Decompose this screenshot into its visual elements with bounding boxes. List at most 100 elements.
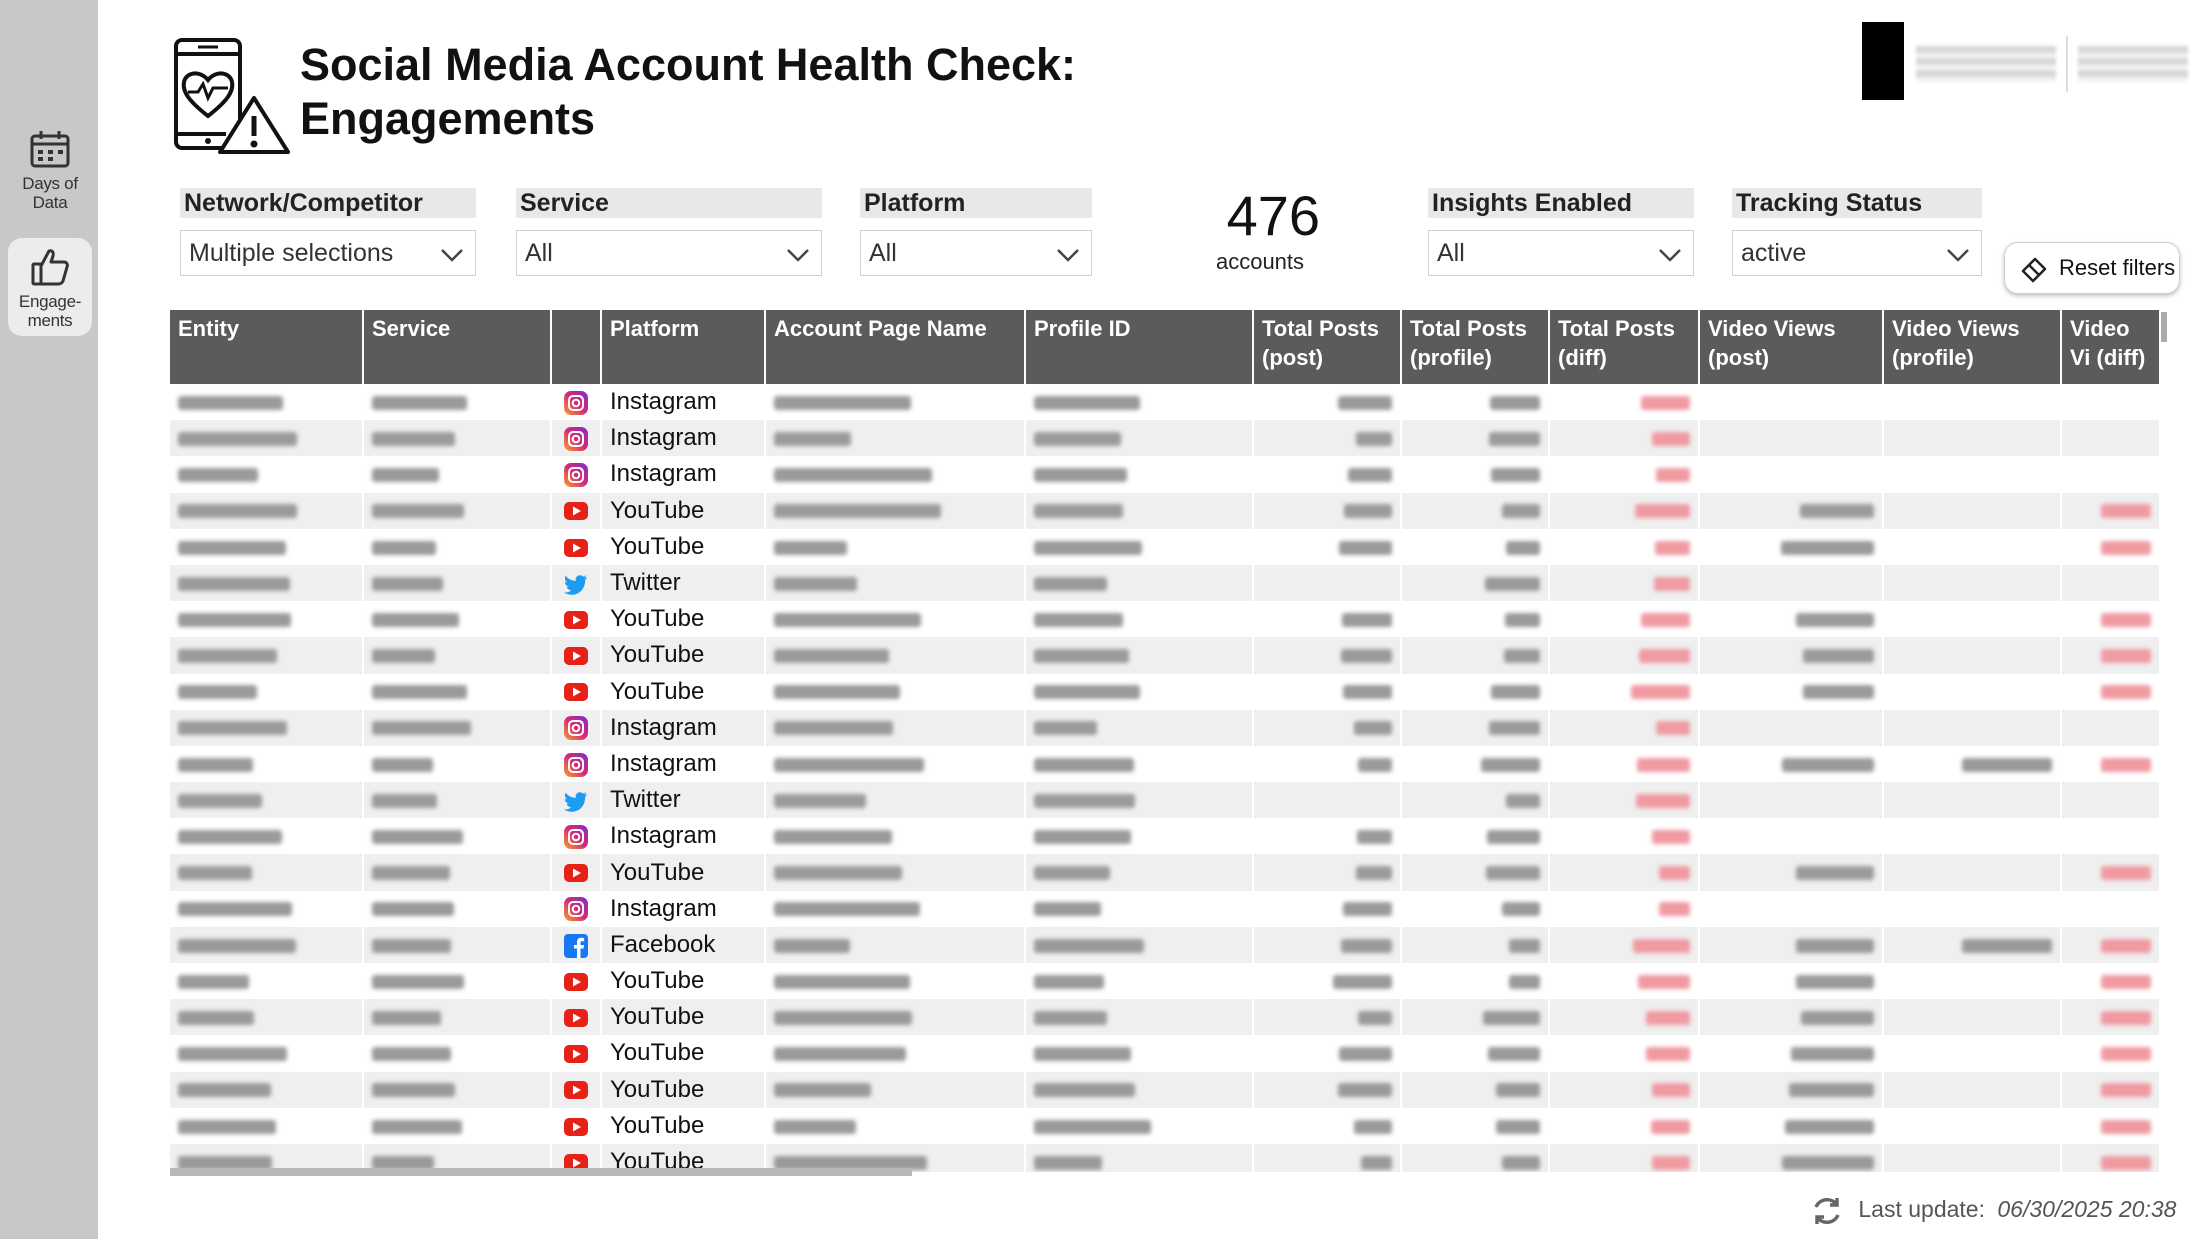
table-row[interactable]: YouTube (170, 601, 2160, 638)
table-row[interactable]: Instagram (170, 456, 2160, 493)
cell-account-page-name (765, 456, 1026, 493)
cell-video-views-diff (2061, 890, 2160, 927)
table-row[interactable]: YouTube (170, 854, 2160, 891)
table-row[interactable]: Twitter (170, 564, 2160, 602)
cell-video-views-diff (2061, 1143, 2160, 1172)
col-header-entity[interactable]: Entity (170, 310, 364, 384)
filter-network-dropdown[interactable]: Multiple selections (180, 230, 476, 276)
cell-total-posts-profile (1401, 745, 1550, 783)
horizontal-scrollbar[interactable] (170, 1168, 912, 1176)
table-row[interactable]: Instagram (170, 420, 2160, 457)
cell-total-posts-post (1253, 963, 1402, 1000)
filter-insights-dropdown[interactable]: All (1428, 230, 1694, 276)
table-row[interactable]: YouTube (170, 963, 2160, 1000)
filter-insights-label: Insights Enabled (1428, 188, 1694, 218)
cell-total-posts-diff (1549, 564, 1700, 602)
vertical-scrollbar[interactable] (2161, 312, 2167, 342)
cell-entity (170, 1035, 364, 1072)
cell-total-posts-profile (1401, 963, 1550, 1000)
cell-video-views-diff (2061, 1071, 2160, 1108)
table-row[interactable]: Facebook (170, 926, 2160, 963)
cell-video-views-post (1699, 999, 1884, 1036)
cell-profile-id (1025, 384, 1254, 421)
page-title-line1: Social Media Account Health Check: (300, 39, 1077, 90)
chevron-down-icon (1947, 249, 1969, 262)
cell-video-views-diff (2061, 926, 2160, 963)
cell-video-views-post (1699, 492, 1884, 529)
table-row[interactable]: Instagram (170, 818, 2160, 855)
cell-video-views-diff (2061, 818, 2160, 855)
cell-platform-icon (551, 818, 602, 855)
table-row[interactable]: YouTube (170, 637, 2160, 674)
filter-platform-label: Platform (860, 188, 1092, 218)
cell-platform-icon (551, 1035, 602, 1072)
cell-platform: YouTube (601, 492, 766, 529)
table-row[interactable]: YouTube (170, 999, 2160, 1036)
cell-profile-id (1025, 637, 1254, 674)
cell-profile-id (1025, 1143, 1254, 1172)
col-header-total-posts-post[interactable]: Total Posts (post) (1253, 310, 1402, 384)
col-header-total-posts-profile[interactable]: Total Posts (profile) (1401, 310, 1550, 384)
table-row[interactable]: YouTube (170, 492, 2160, 529)
cell-service (363, 782, 552, 819)
thumbs-up-icon (31, 249, 69, 286)
table-row[interactable]: YouTube (170, 1107, 2160, 1144)
cell-video-views-post (1699, 1107, 1884, 1144)
cell-profile-id (1025, 1107, 1254, 1144)
cell-video-views-profile (1883, 564, 2062, 602)
youtube-icon (564, 1117, 588, 1136)
cell-platform: YouTube (601, 999, 766, 1036)
cell-total-posts-post (1253, 456, 1402, 493)
nav-days-of-data[interactable]: Days of Data (8, 120, 92, 218)
cell-video-views-profile (1883, 818, 2062, 855)
table-row[interactable]: Instagram (170, 890, 2160, 927)
cell-video-views-diff (2061, 963, 2160, 1000)
table-row[interactable]: YouTube (170, 673, 2160, 710)
nav-engagements[interactable]: Engage- ments (8, 238, 92, 336)
cell-total-posts-profile (1401, 709, 1550, 746)
cell-platform-icon (551, 745, 602, 783)
cell-profile-id (1025, 963, 1254, 1000)
col-header-platform[interactable]: Platform (601, 310, 766, 384)
cell-entity (170, 1107, 364, 1144)
cell-video-views-diff (2061, 854, 2160, 891)
instagram-icon (564, 897, 588, 922)
filter-platform-dropdown[interactable]: All (860, 230, 1092, 276)
col-header-total-posts-diff[interactable]: Total Posts (diff) (1549, 310, 1700, 384)
reset-filters-button[interactable]: Reset filters (2004, 242, 2180, 294)
col-header-service[interactable]: Service (363, 310, 552, 384)
cell-platform: Twitter (601, 782, 766, 819)
col-header-profile-id[interactable]: Profile ID (1025, 310, 1254, 384)
cell-profile-id (1025, 673, 1254, 710)
accounts-table-container[interactable]: Entity Service Platform Account Page Nam… (170, 310, 2160, 1172)
filter-service-dropdown[interactable]: All (516, 230, 822, 276)
col-header-video-views-post[interactable]: Video Views (post) (1699, 310, 1884, 384)
table-row[interactable]: Instagram (170, 709, 2160, 746)
table-row[interactable]: YouTube (170, 528, 2160, 565)
table-row[interactable]: Instagram (170, 745, 2160, 783)
filter-tracking-dropdown[interactable]: active (1732, 230, 1982, 276)
table-row[interactable]: YouTube (170, 1035, 2160, 1072)
cell-total-posts-diff (1549, 890, 1700, 927)
cell-platform-icon (551, 528, 602, 565)
youtube-icon (564, 864, 588, 883)
cell-total-posts-profile (1401, 854, 1550, 891)
cell-entity (170, 782, 364, 819)
account-counter: 476 accounts (1200, 185, 1320, 275)
cell-service (363, 601, 552, 638)
cell-video-views-profile (1883, 1143, 2062, 1172)
cell-platform-icon (551, 564, 602, 602)
table-row[interactable]: Twitter (170, 782, 2160, 819)
cell-total-posts-post (1253, 673, 1402, 710)
col-header-account-page-name[interactable]: Account Page Name (765, 310, 1026, 384)
nav-label-days: Days of Data (22, 174, 78, 212)
table-row[interactable]: Instagram (170, 384, 2160, 421)
cell-platform-icon (551, 963, 602, 1000)
col-header-video-views-diff[interactable]: Video Vi (diff) (2061, 310, 2160, 384)
cell-profile-id (1025, 1071, 1254, 1108)
table-row[interactable]: YouTube (170, 1071, 2160, 1108)
cell-total-posts-post (1253, 1107, 1402, 1144)
cell-service (363, 745, 552, 783)
col-header-video-views-profile[interactable]: Video Views (profile) (1883, 310, 2062, 384)
col-header-icon[interactable] (551, 310, 602, 384)
